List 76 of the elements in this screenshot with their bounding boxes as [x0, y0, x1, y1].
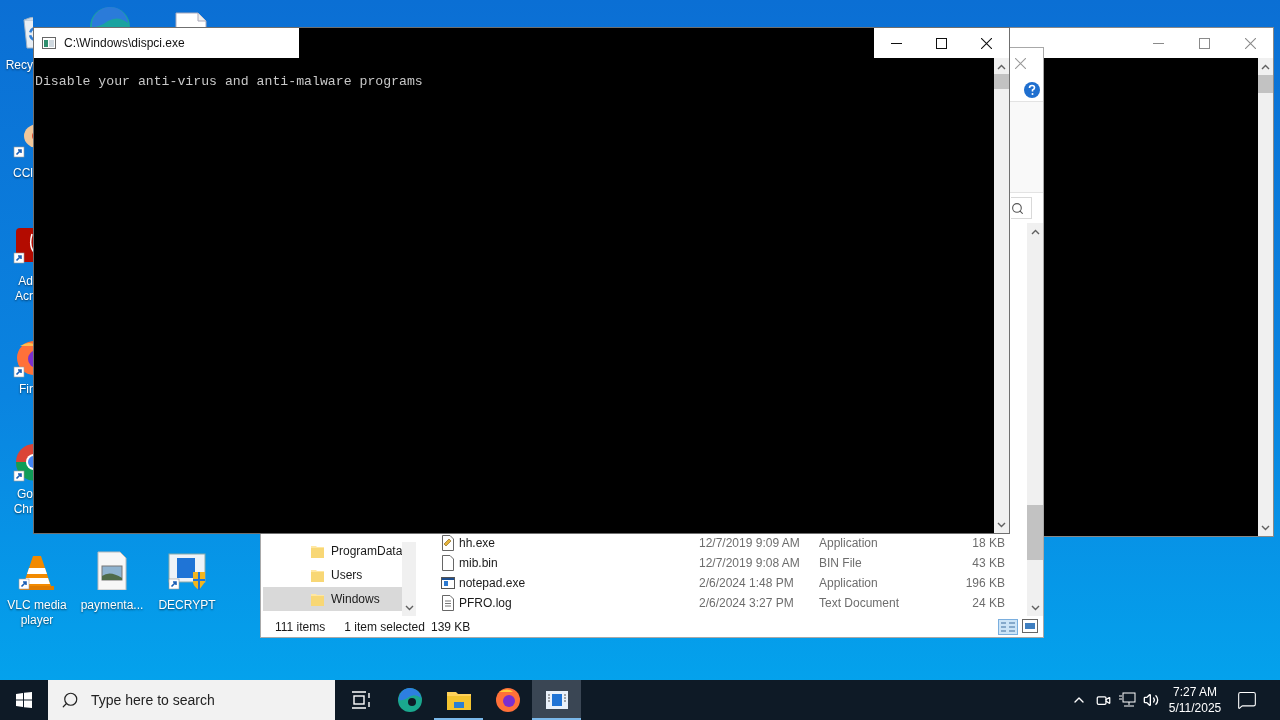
file-name[interactable]: hh.exe — [459, 536, 699, 550]
close-icon — [981, 37, 992, 49]
file-name[interactable]: notepad.exe — [459, 576, 699, 590]
folder-icon — [446, 690, 471, 710]
date-cell-text: 12/7/2019 9:08 AM — [699, 556, 801, 570]
nav-item[interactable]: ProgramData — [263, 539, 403, 563]
scrollbar[interactable] — [402, 542, 416, 616]
window-title: C:\Windows\dispci.exe — [64, 36, 185, 50]
icon-label: Go Chr — [12, 487, 33, 517]
selection-size: 139 KB — [430, 619, 471, 634]
network-icon — [1118, 692, 1136, 708]
item-count: 111 items — [275, 619, 326, 634]
text-file-icon — [441, 595, 455, 611]
search-field[interactable]: Type here to search — [48, 680, 335, 720]
size-cell-text: 196 KB — [964, 576, 1005, 590]
file-name[interactable]: mib.bin — [459, 556, 699, 570]
type-cell-text: Application — [819, 536, 879, 550]
windows-logo-icon — [16, 692, 32, 708]
icon-label: Ad Acr — [14, 274, 33, 304]
close-icon — [1015, 57, 1026, 69]
scroll-up-icon[interactable] — [1261, 64, 1270, 70]
scrollbar[interactable] — [1258, 58, 1273, 536]
file-name[interactable]: PFRO.log — [459, 596, 699, 610]
date-cell-text: 2/6/2024 1:48 PM — [699, 576, 795, 590]
scroll-down-icon[interactable] — [1261, 525, 1270, 531]
size-cell-text: 24 KB — [971, 596, 1005, 610]
close-icon — [1244, 37, 1256, 49]
icon-label: Fir — [18, 382, 33, 397]
nav-item[interactable]: Users — [263, 563, 403, 587]
folder-icon — [311, 592, 324, 606]
preview-view-icon[interactable] — [1022, 618, 1038, 633]
file-icon — [441, 555, 455, 571]
taskbar-button[interactable] — [532, 680, 581, 720]
scrollbar[interactable] — [1027, 223, 1043, 616]
type-cell-text: Application — [819, 576, 879, 590]
date-cell-text: 2/6/2024 3:27 PM — [699, 596, 795, 610]
console-output: Disable your anti-virus and anti-malware programs — [35, 74, 424, 90]
folder-icon — [311, 544, 324, 558]
speaker-icon — [1143, 692, 1159, 708]
icon-label: VLC media player — [6, 598, 68, 628]
shield-window-icon[interactable] — [167, 550, 207, 590]
scrollbar-thumb[interactable] — [1027, 505, 1043, 560]
scrollbar-thumb[interactable] — [994, 74, 1009, 89]
size-cell-text: 18 KB — [971, 536, 1005, 550]
search-field[interactable] — [1011, 197, 1032, 219]
maximize-icon — [936, 37, 947, 49]
task-view-icon — [350, 691, 371, 709]
icon-label: paymenta... — [79, 598, 145, 613]
search-icon — [61, 691, 79, 709]
scroll-up-icon[interactable] — [997, 64, 1006, 70]
icon-label: DECRYPT — [157, 598, 217, 613]
folder-icon — [311, 568, 324, 582]
type-cell-text: Text Document — [819, 596, 901, 610]
scrollbar-thumb[interactable] — [1258, 75, 1273, 93]
scroll-down-icon[interactable] — [997, 522, 1006, 528]
size-cell-text: 43 KB — [971, 556, 1005, 570]
nav-item[interactable]: Windows — [263, 587, 403, 611]
search-icon — [1011, 201, 1024, 215]
help-icon[interactable] — [1024, 81, 1040, 98]
maximize-icon — [1198, 37, 1210, 49]
selection-count: 1 item selected — [344, 619, 425, 634]
console-icon — [42, 37, 56, 49]
scroll-down-icon[interactable] — [1030, 605, 1040, 611]
type-cell-text: BIN File — [819, 556, 863, 570]
scroll-down-icon[interactable] — [404, 605, 414, 611]
date-cell-text: 12/7/2019 9:09 AM — [699, 536, 801, 550]
browser-icon — [494, 687, 521, 713]
browser-icon — [396, 687, 423, 713]
scrollbar[interactable] — [994, 58, 1009, 533]
notification-icon — [1237, 690, 1257, 710]
clock[interactable]: 7:27 AM 5/11/2025 — [1163, 684, 1227, 716]
window-icon — [545, 691, 568, 709]
scroll-up-icon[interactable] — [1030, 229, 1040, 235]
icon-label: CCl — [12, 166, 33, 181]
icon-label: Recy — [4, 58, 33, 73]
window-icon — [441, 575, 455, 591]
